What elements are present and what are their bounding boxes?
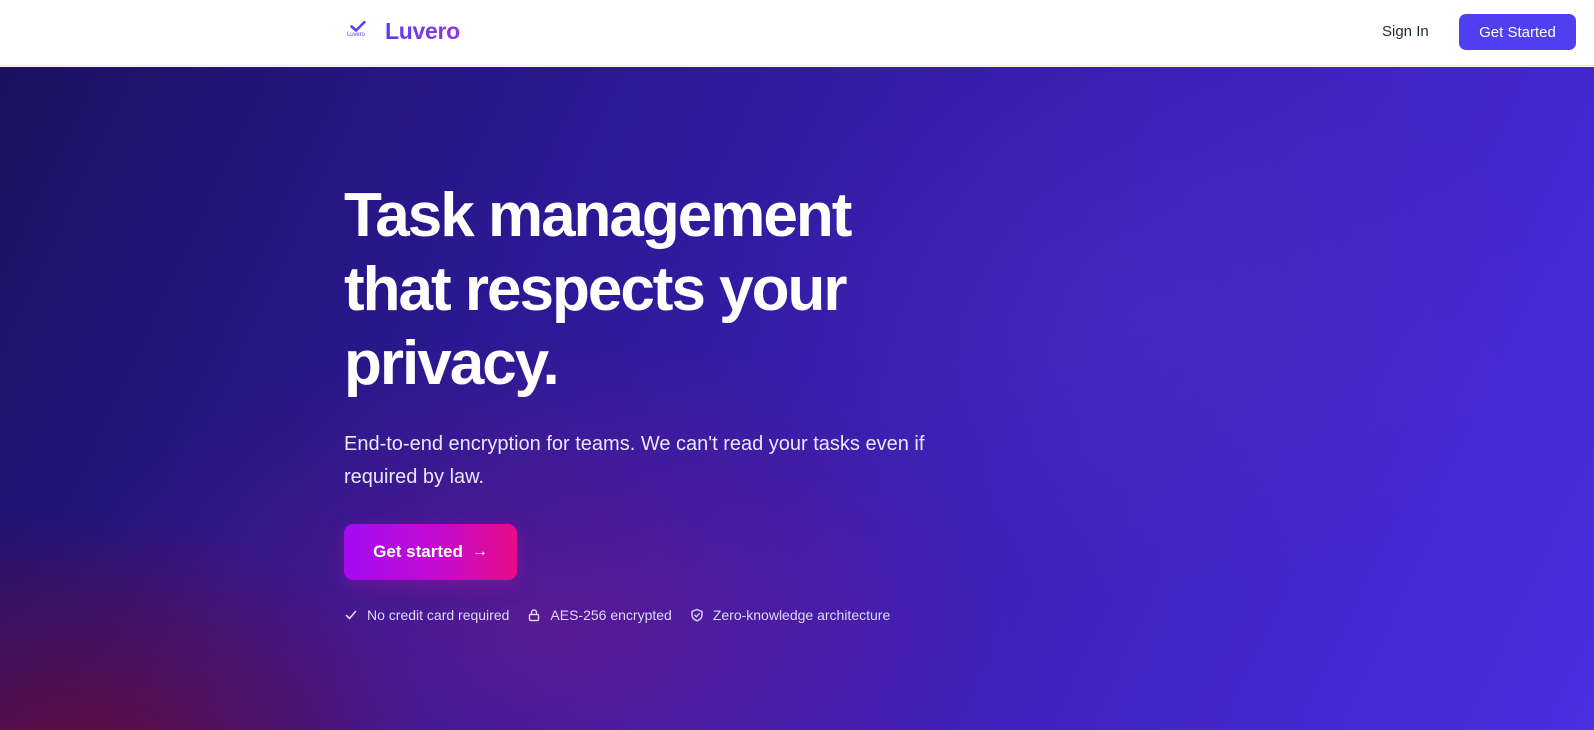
trust-badge-label: No credit card required bbox=[367, 607, 510, 623]
top-navbar: Luvero Luvero Sign In Get Started bbox=[0, 0, 1594, 66]
brand-logo-icon: Luvero bbox=[347, 17, 371, 45]
trust-badges: No credit card required AES-256 encrypte… bbox=[344, 607, 984, 623]
hero-section: Task management that respects your priva… bbox=[0, 67, 1594, 730]
trust-badge-zero-knowledge: Zero-knowledge architecture bbox=[690, 607, 890, 623]
hero-cta-label: Get started bbox=[373, 542, 463, 561]
brand-name: Luvero bbox=[385, 17, 460, 44]
arrow-right-icon: → bbox=[471, 543, 488, 560]
brand-logo-link[interactable]: Luvero Luvero bbox=[347, 17, 460, 45]
header-get-started-button[interactable]: Get Started bbox=[1459, 14, 1576, 50]
shield-icon bbox=[691, 608, 703, 622]
sign-in-link[interactable]: Sign In bbox=[1382, 23, 1429, 40]
check-icon bbox=[345, 610, 357, 620]
trust-badge-aes: AES-256 encrypted bbox=[527, 607, 672, 623]
brand-logo-wordmark: Luvero bbox=[347, 32, 365, 38]
checkmark-logo-icon bbox=[350, 21, 366, 32]
trust-badge-label: AES-256 encrypted bbox=[550, 607, 672, 623]
lock-icon bbox=[529, 609, 540, 622]
trust-badge-no-credit-card: No credit card required bbox=[344, 607, 509, 623]
hero-title: Task management that respects your priva… bbox=[344, 181, 852, 398]
hero-subtitle: End-to-end encryption for teams. We can'… bbox=[344, 433, 925, 488]
trust-badge-label: Zero-knowledge architecture bbox=[712, 607, 891, 623]
hero-content: Task management that respects your priva… bbox=[344, 179, 984, 623]
hero-get-started-button[interactable]: Get started → bbox=[344, 524, 517, 580]
